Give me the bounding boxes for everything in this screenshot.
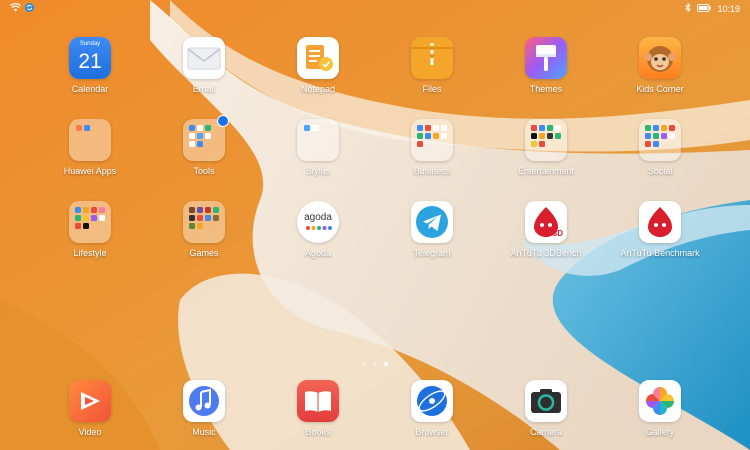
app-themes[interactable]: Themes (498, 37, 594, 94)
folder-tools[interactable]: Tools (156, 115, 252, 176)
dock-app-books[interactable]: Books (270, 380, 366, 437)
globe-icon (411, 380, 453, 422)
folder-icon (411, 119, 453, 161)
wifi-icon (9, 3, 22, 14)
sync-icon (25, 3, 34, 14)
folder-entertainment[interactable]: Entertainment (498, 119, 594, 176)
camera-icon (525, 380, 567, 422)
pinwheel-icon (639, 380, 681, 422)
antutu-fire-icon: 3D (525, 201, 567, 243)
folder-file-icon (411, 37, 453, 79)
app-agoda[interactable]: agoda Agoda (270, 201, 366, 258)
bluetooth-icon (685, 2, 692, 14)
app-kids-corner[interactable]: Kids Corner (612, 37, 708, 94)
folder-icon (297, 119, 339, 161)
app-telegram[interactable]: Telegram (384, 201, 480, 258)
folder-lifestyle[interactable]: Lifestyle (42, 201, 138, 258)
app-label: Files (422, 84, 442, 94)
calendar-icon: Sunday 21 (69, 37, 111, 79)
app-antutu-3dbench[interactable]: 3D AnTuTu 3DBench (498, 201, 594, 258)
app-label: Email (192, 84, 216, 94)
app-label: Notepad (300, 84, 336, 94)
app-label: AnTuTu 3DBench (510, 248, 582, 258)
notification-badge (217, 115, 229, 127)
dock-app-browser[interactable]: Browser (384, 380, 480, 437)
monkey-icon (639, 37, 681, 79)
dock-app-music[interactable]: Music (156, 380, 252, 437)
app-label: Entertainment (517, 166, 575, 176)
folder-icon (69, 119, 111, 161)
dock-app-camera[interactable]: Camera (498, 380, 594, 437)
app-label: Gallery (645, 427, 675, 437)
page-dot-active[interactable] (384, 362, 389, 366)
app-label: Telegram (413, 248, 451, 258)
dock-app-gallery[interactable]: Gallery (612, 380, 708, 437)
status-bar: 10:19 (0, 0, 750, 18)
app-label: Camera (529, 427, 562, 437)
status-time: 10:19 (717, 3, 740, 14)
calendar-day-name: Sunday (79, 41, 101, 47)
video-play-icon (69, 380, 111, 422)
page-dot[interactable] (373, 363, 376, 366)
envelope-icon (183, 37, 225, 79)
app-label: Video (78, 427, 102, 437)
dock-app-video[interactable]: Video (42, 380, 138, 437)
app-label: Kids Corner (636, 84, 684, 94)
folder-social[interactable]: Social (612, 119, 708, 176)
home-screen-grid: Sunday 21 Calendar Email Notepad Files T… (0, 0, 750, 450)
app-label: Games (189, 248, 219, 258)
app-label: Social (647, 166, 673, 176)
app-label: Browser (415, 427, 449, 437)
app-label: Themes (529, 84, 563, 94)
page-indicator[interactable] (0, 353, 750, 371)
telegram-icon (411, 201, 453, 243)
folder-icon (639, 119, 681, 161)
paintbrush-icon (525, 37, 567, 79)
page-dot[interactable] (361, 363, 365, 366)
music-note-icon (183, 380, 225, 422)
app-email[interactable]: Email (156, 37, 252, 94)
folder-stylus[interactable]: Stylus (270, 119, 366, 176)
app-label: Huawei Apps (63, 166, 117, 176)
app-label: Tools (193, 166, 215, 176)
app-label: Business (413, 166, 451, 176)
folder-icon (183, 201, 225, 243)
app-label: Calendar (71, 84, 109, 94)
app-label: Music (192, 427, 216, 437)
folder-icon (525, 119, 567, 161)
app-label: Agoda (304, 248, 332, 258)
open-book-icon (297, 380, 339, 422)
app-antutu-benchmark[interactable]: AnTuTu Benchmark (612, 201, 708, 258)
folder-icon (183, 115, 229, 161)
antutu-fire-icon (639, 201, 681, 243)
app-label: Books (305, 427, 331, 437)
app-label: Lifestyle (73, 248, 107, 258)
folder-games[interactable]: Games (156, 201, 252, 258)
app-label: AnTuTu Benchmark (620, 248, 700, 258)
battery-icon (697, 3, 712, 14)
folder-icon (69, 201, 111, 243)
app-notepad[interactable]: Notepad (270, 37, 366, 94)
notepad-icon (297, 37, 339, 79)
app-label: Stylus (305, 166, 331, 176)
app-calendar[interactable]: Sunday 21 Calendar (42, 37, 138, 94)
calendar-day-number: 21 (78, 50, 102, 73)
3d-tag: 3D (552, 229, 563, 238)
agoda-logo-icon: agoda (297, 201, 339, 243)
app-files[interactable]: Files (384, 37, 480, 94)
folder-business[interactable]: Business (384, 119, 480, 176)
folder-huawei-apps[interactable]: Huawei Apps (42, 119, 138, 176)
